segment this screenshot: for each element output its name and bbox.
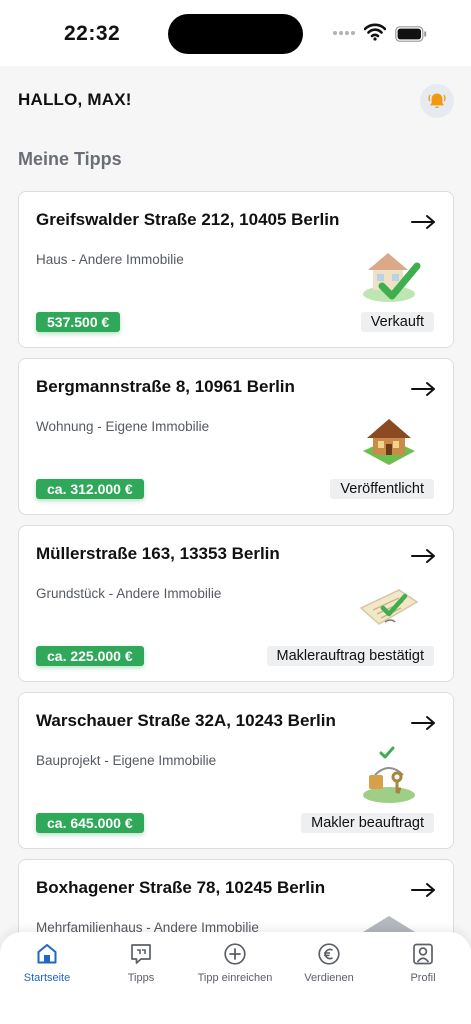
tip-type: Grundstück - Andere Immobilie: [36, 586, 222, 601]
tip-status-badge: Makler beauftragt: [301, 813, 434, 833]
house-icon: [363, 419, 415, 465]
tab-tipps[interactable]: Tipps: [94, 942, 188, 1002]
greeting-title: HALLO, MAX!: [18, 90, 132, 109]
tip-address: Greifswalder Straße 212, 10405 Berlin: [36, 210, 340, 229]
plus-circle-icon: [224, 943, 246, 965]
contract-icon: [359, 589, 419, 625]
tab-label: Verdienen: [304, 972, 354, 984]
tip-card[interactable]: Warschauer Straße 32A, 10243 Berlin Baup…: [18, 692, 454, 849]
status-bar: 22:32: [0, 0, 471, 66]
status-time: 22:32: [64, 22, 121, 45]
arrow-right-icon[interactable]: [411, 882, 437, 898]
home-icon: [37, 944, 57, 964]
arrow-right-icon[interactable]: [411, 381, 437, 397]
tip-price: ca. 225.000 €: [36, 646, 144, 666]
tip-status-badge: Veröffentlicht: [330, 479, 434, 499]
tip-price: ca. 645.000 €: [36, 813, 144, 833]
notifications-button[interactable]: [420, 84, 454, 118]
profile-icon: [413, 943, 433, 965]
chat-icon: [131, 944, 151, 964]
tip-type: Haus - Andere Immobilie: [36, 252, 184, 267]
battery-icon: [395, 26, 427, 42]
dynamic-island: [168, 14, 303, 54]
tab-label: Tipps: [127, 972, 155, 984]
house-check-icon: [363, 253, 421, 302]
tip-status-badge: Verkauft: [360, 312, 434, 332]
tip-address: Bergmannstraße 8, 10961 Berlin: [36, 377, 295, 396]
arrow-right-icon[interactable]: [411, 715, 437, 731]
tip-list: Greifswalder Straße 212, 10405 Berlin Ha…: [18, 191, 454, 1024]
tip-card[interactable]: Bergmannstraße 8, 10961 Berlin Wohnung -…: [18, 358, 454, 515]
tab-label: Startseite: [23, 972, 71, 984]
keys-icon: [363, 746, 415, 803]
bell-icon: [428, 93, 446, 109]
tip-type: Wohnung - Eigene Immobilie: [36, 419, 210, 434]
euro-icon: [318, 943, 340, 965]
tip-card[interactable]: Greifswalder Straße 212, 10405 Berlin Ha…: [18, 191, 454, 348]
tip-address: Boxhagener Straße 78, 10245 Berlin: [36, 878, 326, 897]
tab-profil[interactable]: Profil: [376, 942, 470, 1002]
tip-price: 537.500 €: [36, 312, 121, 332]
tip-status-badge: Maklerauftrag bestätigt: [266, 646, 434, 666]
bottom-tab-bar: Startseite Tipps Tipp einreichen Verdien…: [0, 932, 471, 1024]
tab-verdienen[interactable]: Verdienen: [282, 942, 376, 1002]
tip-price: ca. 312.000 €: [36, 479, 144, 499]
signal-icon: [333, 31, 355, 35]
arrow-right-icon[interactable]: [411, 548, 437, 564]
tip-type: Bauprojekt - Eigene Immobilie: [36, 753, 217, 768]
section-title: Meine Tipps: [18, 149, 122, 169]
tab-tipp-einreichen[interactable]: Tipp einreichen: [188, 942, 282, 1002]
tab-label: Profil: [410, 972, 436, 984]
wifi-icon: [364, 23, 386, 41]
arrow-right-icon[interactable]: [411, 214, 437, 230]
tip-card[interactable]: Müllerstraße 163, 13353 Berlin Grundstüc…: [18, 525, 454, 682]
tab-startseite[interactable]: Startseite: [0, 942, 94, 1002]
tab-label: Tipp einreichen: [197, 972, 273, 984]
tip-address: Müllerstraße 163, 13353 Berlin: [36, 544, 280, 563]
tip-address: Warschauer Straße 32A, 10243 Berlin: [36, 711, 336, 730]
